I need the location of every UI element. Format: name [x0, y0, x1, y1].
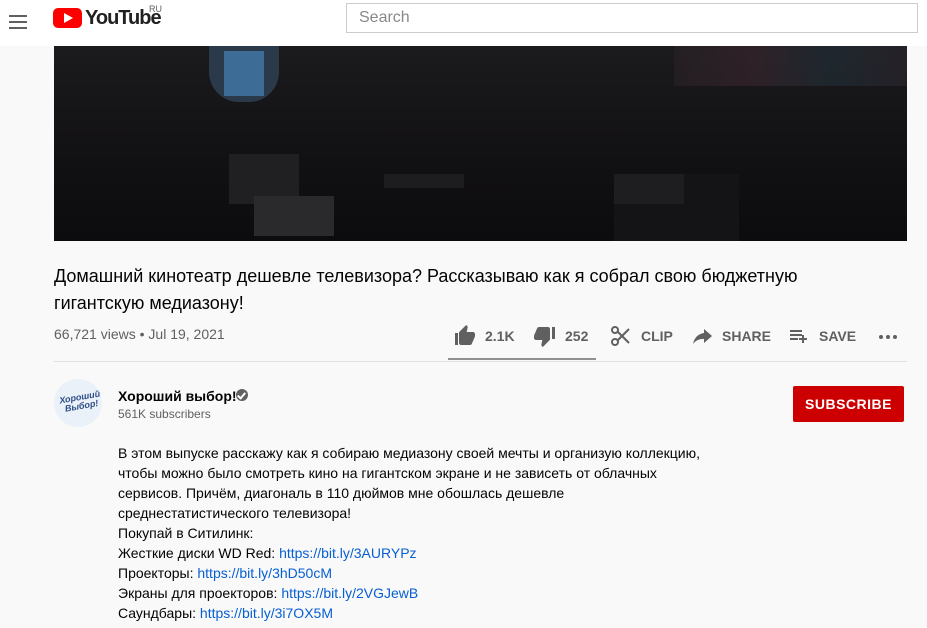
more-horizontal-icon — [879, 335, 897, 339]
video-title-line-2: гигантскую медиазону! — [54, 293, 244, 313]
avatar-logo-text: Хороший Выбор! — [58, 388, 101, 414]
thumbs-up-icon — [455, 325, 475, 345]
search-input[interactable]: Search — [346, 3, 918, 33]
clip-button[interactable]: CLIP — [609, 324, 673, 348]
video-title: Домашний кинотеатр дешевле телевизора? Р… — [54, 263, 874, 317]
link-row: Экраны для проекторов: https://bit.ly/2V… — [118, 585, 419, 601]
link-projectors[interactable]: https://bit.ly/3hD50cM — [197, 565, 332, 581]
channel-avatar[interactable]: Хороший Выбор! — [54, 379, 102, 427]
video-description: В этом выпуске расскажу как я собираю ме… — [118, 443, 758, 623]
video-player[interactable] — [54, 46, 907, 241]
more-actions-button[interactable] — [876, 324, 900, 348]
top-bar: YouTube RU Search — [0, 0, 927, 46]
dislike-button[interactable]: 252 — [533, 324, 588, 348]
link-row: Жесткие диски WD Red: https://bit.ly/3AU… — [118, 545, 417, 561]
youtube-logo[interactable]: YouTube — [53, 6, 162, 30]
youtube-play-icon — [53, 8, 82, 28]
link-projector-screens[interactable]: https://bit.ly/2VGJewB — [281, 585, 418, 601]
description-line: сервисов. Причём, диагональ в 110 дюймов… — [118, 485, 565, 501]
subscribe-button[interactable]: SUBSCRIBE — [793, 386, 904, 422]
scissors-icon — [611, 326, 630, 346]
thumbs-down-icon — [534, 327, 555, 347]
like-ratio-bar — [448, 358, 596, 360]
channel-name[interactable]: Хороший выбор! — [118, 388, 237, 404]
link-row: Саундбары: https://bit.ly/3i7OX5M — [118, 605, 333, 621]
hamburger-menu-icon[interactable] — [6, 10, 30, 34]
description-line: чтобы можно было смотреть кино на гигант… — [118, 465, 657, 481]
video-title-line-1: Домашний кинотеатр дешевле телевизора? Р… — [54, 266, 798, 286]
like-button[interactable]: 2.1K — [453, 324, 515, 348]
shop-heading: Покупай в Ситилинк: — [118, 525, 254, 541]
save-button[interactable]: SAVE — [787, 324, 856, 348]
share-arrow-icon — [693, 329, 712, 344]
clip-label: CLIP — [641, 328, 673, 344]
save-label: SAVE — [819, 328, 857, 344]
link-wd-red[interactable]: https://bit.ly/3AURYPz — [279, 545, 416, 561]
description-line: среднестатистического телевизора! — [118, 505, 352, 521]
video-actions: 2.1K 252 CLIP SHARE SAVE — [0, 324, 927, 348]
playlist-add-icon — [790, 330, 807, 343]
region-badge: RU — [149, 4, 162, 14]
divider — [54, 361, 907, 362]
verified-check-icon — [236, 389, 248, 401]
dislike-count: 252 — [565, 328, 589, 344]
link-row: Проекторы: https://bit.ly/3hD50cM — [118, 565, 332, 581]
share-button[interactable]: SHARE — [690, 324, 771, 348]
like-count: 2.1K — [485, 328, 515, 344]
subscriber-count: 561K subscribers — [118, 407, 211, 421]
description-line: В этом выпуске расскажу как я собираю ме… — [118, 445, 701, 461]
share-label: SHARE — [722, 328, 772, 344]
link-soundbars[interactable]: https://bit.ly/3i7OX5M — [200, 605, 333, 621]
